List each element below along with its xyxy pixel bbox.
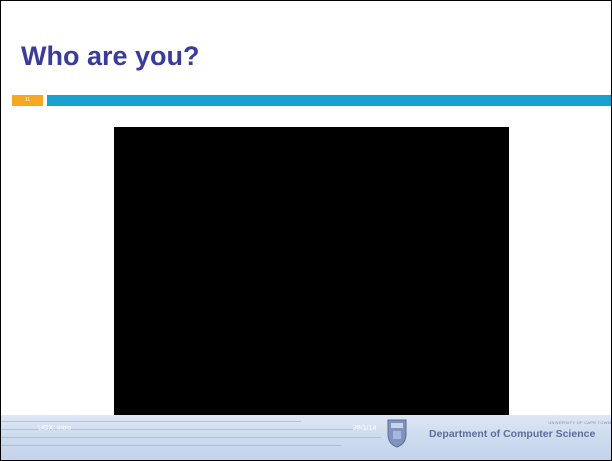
video-player[interactable] xyxy=(114,127,509,427)
slide-title: Who are you? xyxy=(21,41,200,71)
university-name: UNIVERSITY OF CAPE TOWN xyxy=(548,420,611,425)
footer-streak xyxy=(1,437,381,438)
slide-number: 11 xyxy=(24,97,31,103)
title-accent-bar: 11 xyxy=(1,95,611,106)
university-crest-icon xyxy=(387,419,407,448)
footer-date: 28/1/14 xyxy=(353,425,377,432)
department-name: Department of Computer Science xyxy=(429,428,596,440)
footer-streak xyxy=(1,445,341,446)
department-logo: UNIVERSITY OF CAPE TOWN Department of Co… xyxy=(429,417,611,453)
slide-footer: UGX: Intro 28/1/14 UNIVERSITY OF CAPE TO… xyxy=(1,415,611,460)
footer-course: UGX: Intro xyxy=(38,425,72,432)
accent-stripe xyxy=(47,95,611,106)
footer-streak xyxy=(1,421,301,422)
slide-number-tab: 11 xyxy=(12,95,43,106)
slide: Who are you? 11 UGX: Intro 28/1/14 UNIVE… xyxy=(0,0,612,461)
